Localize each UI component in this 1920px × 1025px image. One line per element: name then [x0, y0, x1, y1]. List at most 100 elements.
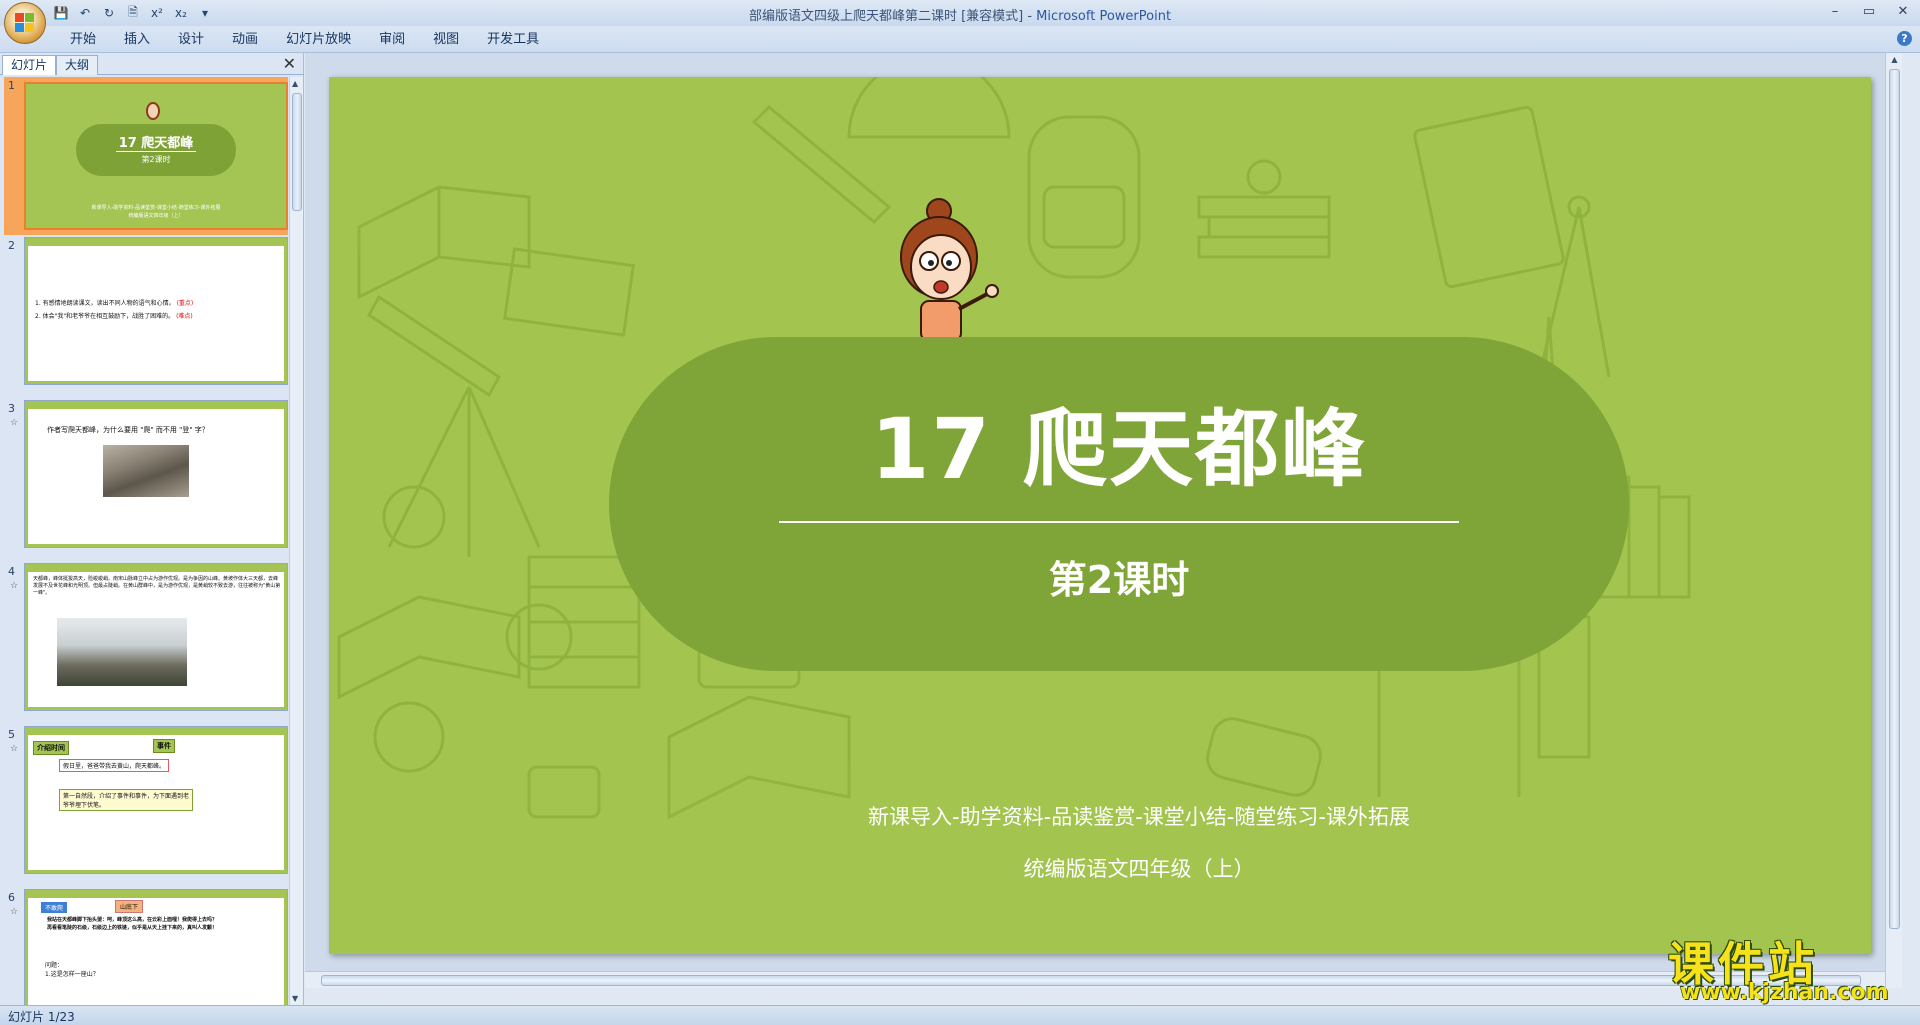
mini-tag-time: 介绍时间: [33, 741, 69, 755]
mini-girl-icon: [146, 102, 160, 120]
panel-close-icon[interactable]: ✕: [283, 54, 296, 73]
mini-mountain-image: [103, 445, 189, 497]
slide-number: 6: [8, 891, 15, 904]
current-slide[interactable]: 17 爬天都峰 第2课时 新课导入-助学资料-品读鉴赏-课堂小结-随堂练习-课外…: [329, 77, 1871, 954]
thumbnail-frame: 17 爬天都峰 第2课时 新课导入-助学资料-品读鉴赏-课堂小结-随堂练习-课外…: [24, 82, 288, 230]
mini-header-bar: [25, 727, 287, 735]
mini-goal-2: 2. 体会"我"和老爷爷在相互鼓励下，战胜了困难的。 (难点): [35, 311, 193, 320]
mini-sections: 新课导入-助学资料-品读鉴赏-课堂小结-随堂练习-课外拓展: [91, 205, 221, 211]
mini-title-pill: 17 爬天都峰 第2课时: [76, 124, 236, 176]
window-controls: – ▭ ✕: [1818, 0, 1920, 22]
mini-slide-bg: 天都峰，峰体挺拔高天，险峻峻峭。南宋山脉峰立中占为游作优观。是为争因的山峰。黄坡…: [25, 564, 287, 710]
mini-title: 17 爬天都峰: [118, 136, 194, 151]
status-bar: 幻灯片 1/23: [0, 1005, 1920, 1025]
thumbnail-slide-5[interactable]: 5 ☆ 介绍时间 事件 假日里，爸爸带我去黄山，爬天都峰。 第一自然段，介绍了事…: [4, 726, 288, 876]
thumbnail-list: 1 17 爬天都峰 第2课时 新课导入-助学资料-品读鉴赏-课堂小结-随堂练习-…: [0, 77, 290, 1005]
slides-panel: 幻灯片 大纲 ✕ 1 17 爬天都峰 第2课时 新课导入-助学资料-品读鉴赏-课…: [0, 53, 304, 1005]
tab-slideshow[interactable]: 幻灯片放映: [272, 30, 365, 50]
mini-right-border: [284, 564, 287, 710]
mini-goal-1: 1. 有感情地朗读课文，读出不同人物的语气和心情。 (重点): [35, 298, 193, 307]
title-pill: 17 爬天都峰 第2课时: [609, 337, 1629, 671]
editor-vertical-scrollbar[interactable]: ▲: [1885, 53, 1902, 988]
slide-number: 3: [8, 402, 15, 415]
mini-footer-bar: [25, 381, 287, 384]
tab-animations[interactable]: 动画: [218, 30, 272, 50]
mini-slide-bg: 介绍时间 事件 假日里，爸爸带我去黄山，爬天都峰。 第一自然段，介绍了事件和事件…: [25, 727, 287, 873]
window-title: 部编版语文四级上爬天都峰第二课时 [兼容模式] - Microsoft Powe…: [0, 5, 1920, 24]
tab-design[interactable]: 设计: [164, 30, 218, 50]
slide-number: 1: [8, 79, 15, 92]
slide-number: 5: [8, 728, 15, 741]
thumbnail-slide-3[interactable]: 3 ☆ 作者写爬天都峰，为什么要用 "爬" 而不用 "登" 字？: [4, 400, 288, 550]
editor-hscroll-thumb[interactable]: [321, 975, 1861, 986]
mini-footer-bar: [25, 870, 287, 873]
thumbnail-slide-4[interactable]: 4 ☆ 天都峰，峰体挺拔高天，险峻峻峭。南宋山脉峰立中占为游作优观。是为争因的山…: [4, 563, 288, 713]
panel-scroll-thumb[interactable]: [292, 93, 302, 211]
animation-icon: ☆: [10, 744, 19, 754]
tab-insert[interactable]: 插入: [110, 30, 164, 50]
mini-tag-event: 事件: [153, 739, 175, 753]
mini-left-border: [25, 238, 28, 384]
title-divider: [779, 521, 1459, 523]
mini-question: 作者写爬天都峰，为什么要用 "爬" 而不用 "登" 字？: [47, 426, 209, 434]
panel-scrollbar[interactable]: ▲ ▼: [289, 77, 303, 1005]
mini-left-border: [25, 727, 28, 873]
mini-right-border: [284, 727, 287, 873]
mini-right-border: [284, 401, 287, 547]
slide-sections[interactable]: 新课导入-助学资料-品读鉴赏-课堂小结-随堂练习-课外拓展: [829, 801, 1449, 831]
mini-left-border: [25, 564, 28, 710]
scroll-up-icon[interactable]: ▲: [1889, 55, 1900, 68]
tab-slides[interactable]: 幻灯片: [2, 55, 57, 75]
books-doodle: [1197, 195, 1331, 219]
maximize-button[interactable]: ▭: [1852, 0, 1886, 22]
mini-header-bar: [25, 401, 287, 409]
scroll-down-icon[interactable]: ▼: [292, 994, 298, 1003]
ribbon: 开始 插入 设计 动画 幻灯片放映 审阅 视图 开发工具 ?: [0, 26, 1920, 53]
open-book-lower-doodle: [337, 595, 521, 700]
mini-paragraph: 天都峰，峰体挺拔高天，险峻峻峭。南宋山脉峰立中占为游作优观。是为争因的山峰。黄坡…: [33, 576, 281, 596]
watermark-url: www.kjzhan.com: [1680, 980, 1889, 1005]
sharpener-doodle: [527, 765, 601, 819]
office-logo-icon: [15, 13, 35, 33]
mini-cloud-image: [57, 618, 187, 686]
document-title: 部编版语文四级上爬天都峰第二课时 [兼容模式] -: [748, 9, 1037, 24]
goal-1-tag: (重点): [176, 300, 194, 307]
close-button[interactable]: ✕: [1886, 0, 1920, 22]
slide-title[interactable]: 17 爬天都峰: [609, 382, 1629, 503]
thumbnail-slide-2[interactable]: 2 1. 有感情地朗读课文，读出不同人物的语气和心情。 (重点) 2. 体会"我…: [4, 237, 288, 387]
tab-outline[interactable]: 大纲: [56, 55, 99, 75]
editor-scroll-thumb[interactable]: [1889, 69, 1900, 929]
pencil-case-doodle: [1206, 717, 1322, 797]
slide-number: 4: [8, 565, 15, 578]
thumbnail-slide-6[interactable]: 6 ☆ 不敢爬 山底下 我站在天都峰脚下抬头望：呵，峰顶这么高，在云彩上面哩！我…: [4, 889, 288, 1005]
thumbnail-slide-1[interactable]: 1 17 爬天都峰 第2课时 新课导入-助学资料-品读鉴赏-课堂小结-随堂练习-…: [4, 77, 288, 235]
slide-edition[interactable]: 统编版语文四年级（上）: [829, 853, 1449, 883]
formula-paper-doodle: [503, 247, 635, 337]
goal-2-text: 2. 体会"我"和老爷爷在相互鼓励下，战胜了困难的。: [35, 313, 175, 320]
office-button[interactable]: [4, 2, 46, 44]
thumbnail-frame: 不敢爬 山底下 我站在天都峰脚下抬头望：呵，峰顶这么高，在云彩上面哩！我爬得上去…: [24, 889, 288, 1005]
scroll-up-icon[interactable]: ▲: [292, 79, 298, 88]
minimize-button[interactable]: –: [1818, 0, 1852, 22]
slide-editing-area: 17 爬天都峰 第2课时 新课导入-助学资料-品读鉴赏-课堂小结-随堂练习-课外…: [305, 53, 1902, 988]
mini-slide-bg: 1. 有感情地朗读课文，读出不同人物的语气和心情。 (重点) 2. 体会"我"和…: [25, 238, 287, 384]
clock-doodle: [505, 603, 573, 671]
slide-number: 2: [8, 239, 15, 252]
mini-right-border: [284, 238, 287, 384]
tab-view[interactable]: 视图: [419, 30, 473, 50]
mini-header-bar: [25, 238, 287, 246]
tab-developer[interactable]: 开发工具: [473, 30, 553, 50]
mini-left-border: [25, 890, 28, 1005]
book-doodle: [357, 185, 531, 300]
mini-question-label: 问题：: [45, 962, 64, 969]
editor-horizontal-scrollbar[interactable]: [305, 971, 1885, 988]
tab-home[interactable]: 开始: [56, 30, 110, 50]
mini-slide-bg: 作者写爬天都峰，为什么要用 "爬" 而不用 "登" 字？: [25, 401, 287, 547]
slide-lesson[interactable]: 第2课时: [609, 549, 1629, 604]
cartoon-girl-icon: [900, 198, 999, 342]
mini-tag-afraid: 不敢爬: [41, 902, 68, 913]
help-icon[interactable]: ?: [1897, 31, 1912, 46]
mini-header-bar: [25, 890, 287, 898]
slide-counter: 幻灯片 1/23: [8, 1010, 75, 1024]
tab-review[interactable]: 审阅: [365, 30, 419, 50]
